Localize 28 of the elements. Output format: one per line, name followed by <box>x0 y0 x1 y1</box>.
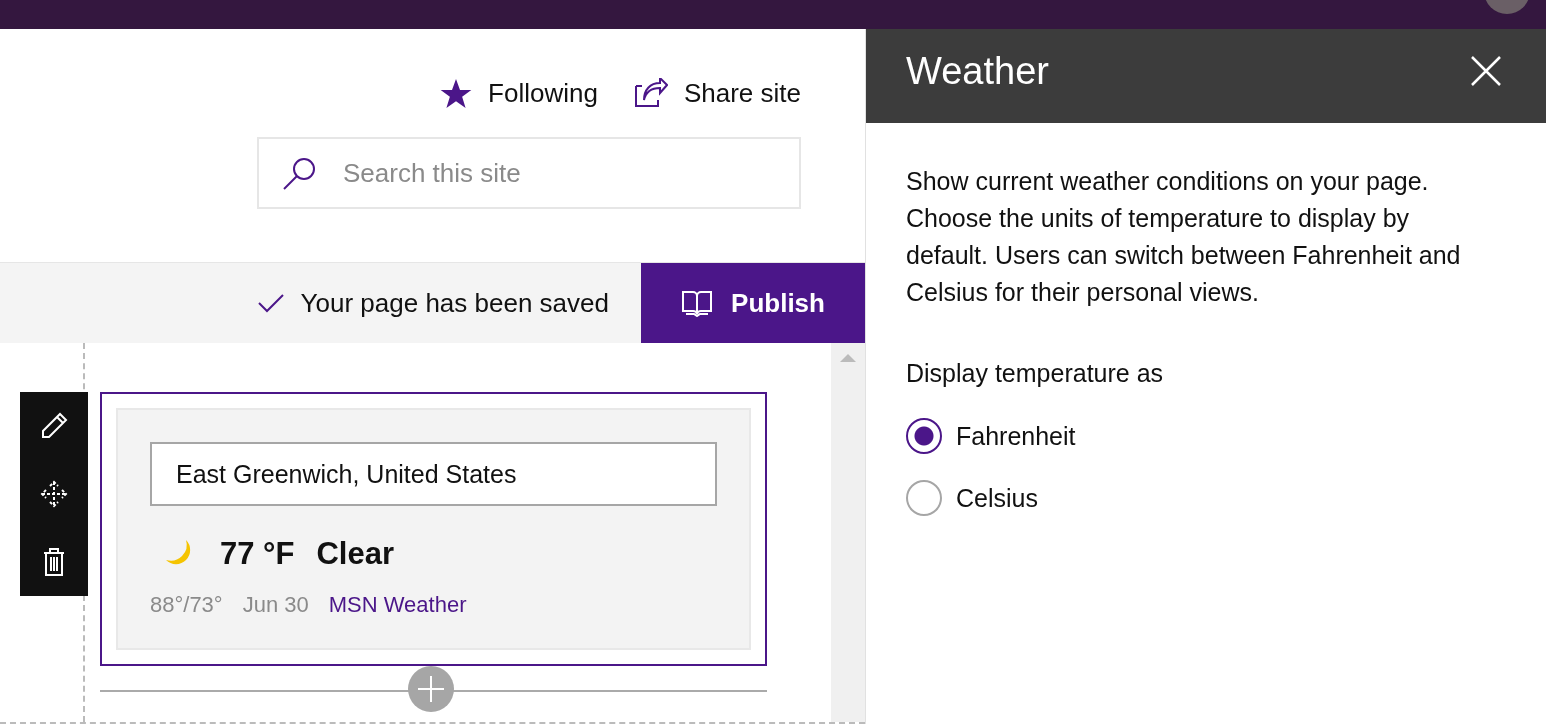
check-icon <box>256 293 285 313</box>
radio-button[interactable] <box>906 480 942 516</box>
following-button[interactable]: Following <box>440 77 598 109</box>
book-icon <box>681 289 714 317</box>
location-field[interactable]: East Greenwich, United States <box>150 442 717 506</box>
panel-description: Show current weather conditions on your page. Choose the units of temperature to display by default. Users can switch between Fahrenheit and Celsius for their personal views. <box>906 166 1462 308</box>
panel-title: Weather <box>906 49 1049 93</box>
publish-button[interactable]: Publish <box>641 263 865 343</box>
condition: Clear <box>316 536 394 572</box>
save-status: Your page has been saved <box>300 287 609 319</box>
option-group-label: Display temperature as <box>906 359 1165 388</box>
plus-icon <box>416 674 446 704</box>
radio-label[interactable]: Celsius <box>956 483 1038 513</box>
high-low: 88°/73° <box>150 592 223 618</box>
share-site-button[interactable]: Share site <box>633 77 801 109</box>
forecast-date: Jun 30 <box>242 592 309 618</box>
trash-icon[interactable] <box>42 546 66 577</box>
share-icon <box>633 78 668 108</box>
star-icon <box>440 77 473 109</box>
search-field[interactable]: Search this site <box>257 137 801 209</box>
scrollbar[interactable] <box>831 343 865 722</box>
temperature: 77 °F <box>220 536 295 572</box>
source-link[interactable]: MSN Weather <box>328 592 467 618</box>
radio-label[interactable]: Fahrenheit <box>956 421 1076 451</box>
weather-web-part[interactable]: East Greenwich, United States 77 °F Clear 88°/73° Jun 30 MSN Weather <box>100 392 767 666</box>
close-icon[interactable] <box>1470 55 1502 87</box>
radio-button[interactable] <box>906 418 942 454</box>
move-icon[interactable] <box>40 480 68 508</box>
